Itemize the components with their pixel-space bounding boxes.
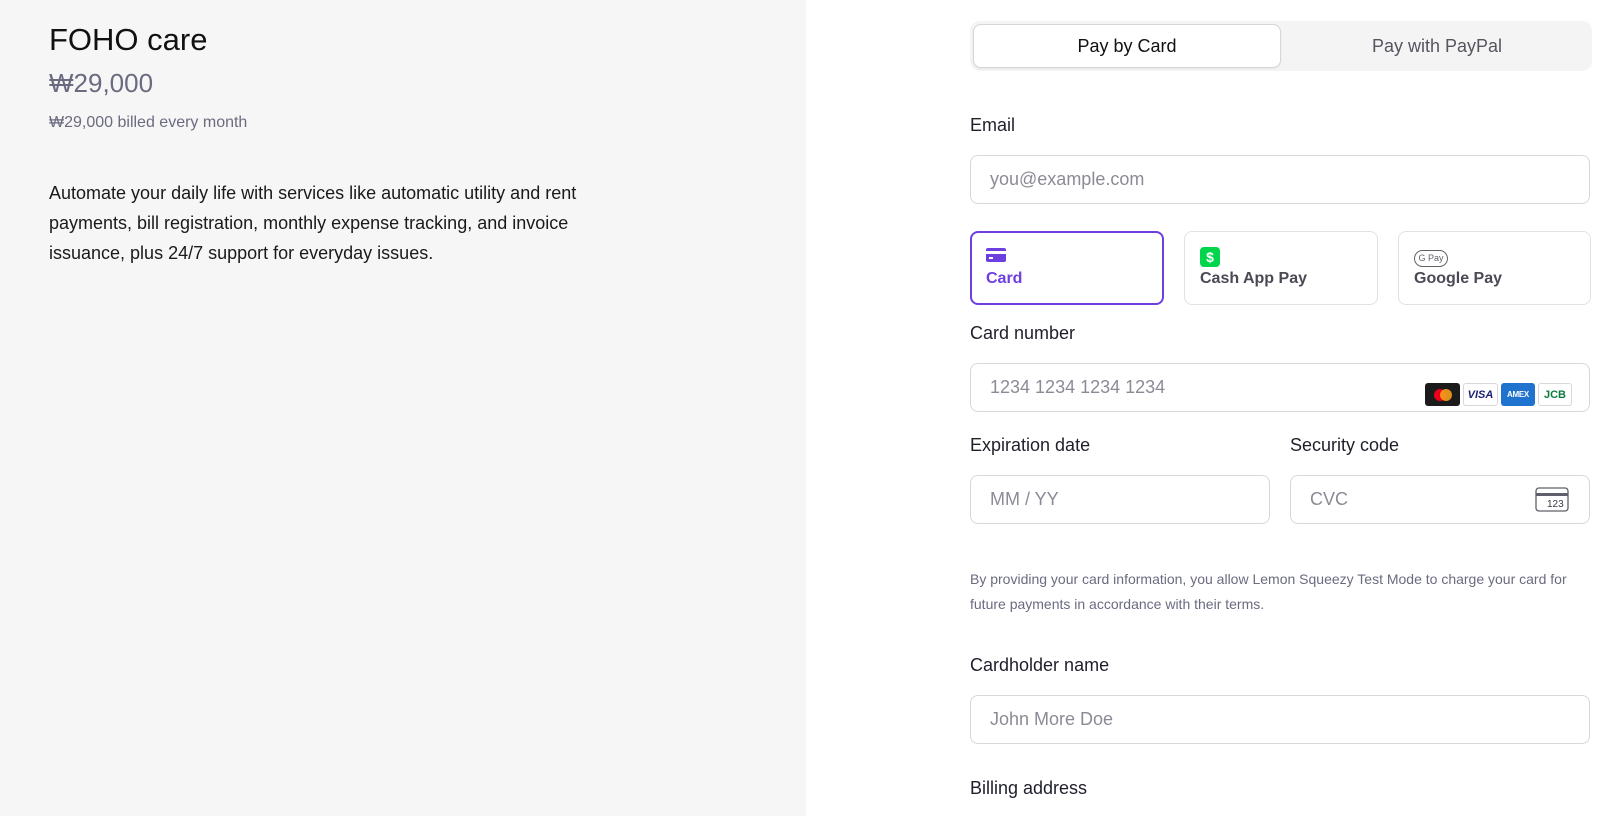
cvc-card-icon: 123 [1535, 487, 1569, 518]
billing-note: ₩29,000 billed every month [49, 114, 248, 131]
expiry-label: Expiration date [970, 435, 1091, 455]
amex-icon: AMEX [1501, 383, 1535, 406]
security-code-label: Security code [1290, 435, 1400, 455]
product-summary-panel: FOHO care ₩29,000 ₩29,000 billed every m… [0, 0, 806, 816]
card-consent-text: By providing your card information, you … [970, 571, 1567, 612]
tab-pay-with-paypal[interactable]: Pay with PayPal [1284, 24, 1590, 68]
google-pay-badge: G Pay [1414, 250, 1448, 267]
google-pay-icon: G Pay [1414, 248, 1448, 267]
method-cashapp-label: Cash App Pay [1200, 270, 1307, 287]
visa-icon: VISA [1463, 383, 1498, 406]
cash-app-icon: $ [1200, 247, 1220, 272]
cardholder-input[interactable] [970, 695, 1590, 744]
card-brand-logos: VISA AMEX JCB [1425, 383, 1572, 406]
product-description: Automate your daily life with services l… [49, 183, 577, 263]
email-input[interactable] [970, 155, 1590, 204]
product-name: FOHO care [49, 22, 208, 57]
cardholder-label: Cardholder name [970, 655, 1110, 675]
jcb-icon: JCB [1538, 383, 1572, 406]
method-cashapp-option[interactable]: $ Cash App Pay [1184, 231, 1378, 305]
payment-type-tabs: Pay by Card Pay with PayPal [970, 21, 1592, 71]
svg-text:$: $ [1206, 249, 1214, 265]
method-googlepay-option[interactable]: G Pay Google Pay [1398, 231, 1591, 305]
credit-card-icon [986, 247, 1006, 268]
card-number-label: Card number [970, 323, 1076, 343]
email-label: Email [970, 115, 1016, 135]
tab-pay-by-card[interactable]: Pay by Card [973, 24, 1281, 68]
mastercard-icon [1425, 383, 1460, 406]
method-googlepay-label: Google Pay [1414, 270, 1503, 287]
expiry-input[interactable] [970, 475, 1270, 524]
cvc-icon-digits: 123 [1547, 499, 1564, 510]
product-price: ₩29,000 [49, 68, 154, 98]
method-card-option[interactable]: Card [970, 231, 1164, 305]
billing-address-label: Billing address [970, 778, 1088, 798]
method-card-label: Card [986, 270, 1023, 287]
